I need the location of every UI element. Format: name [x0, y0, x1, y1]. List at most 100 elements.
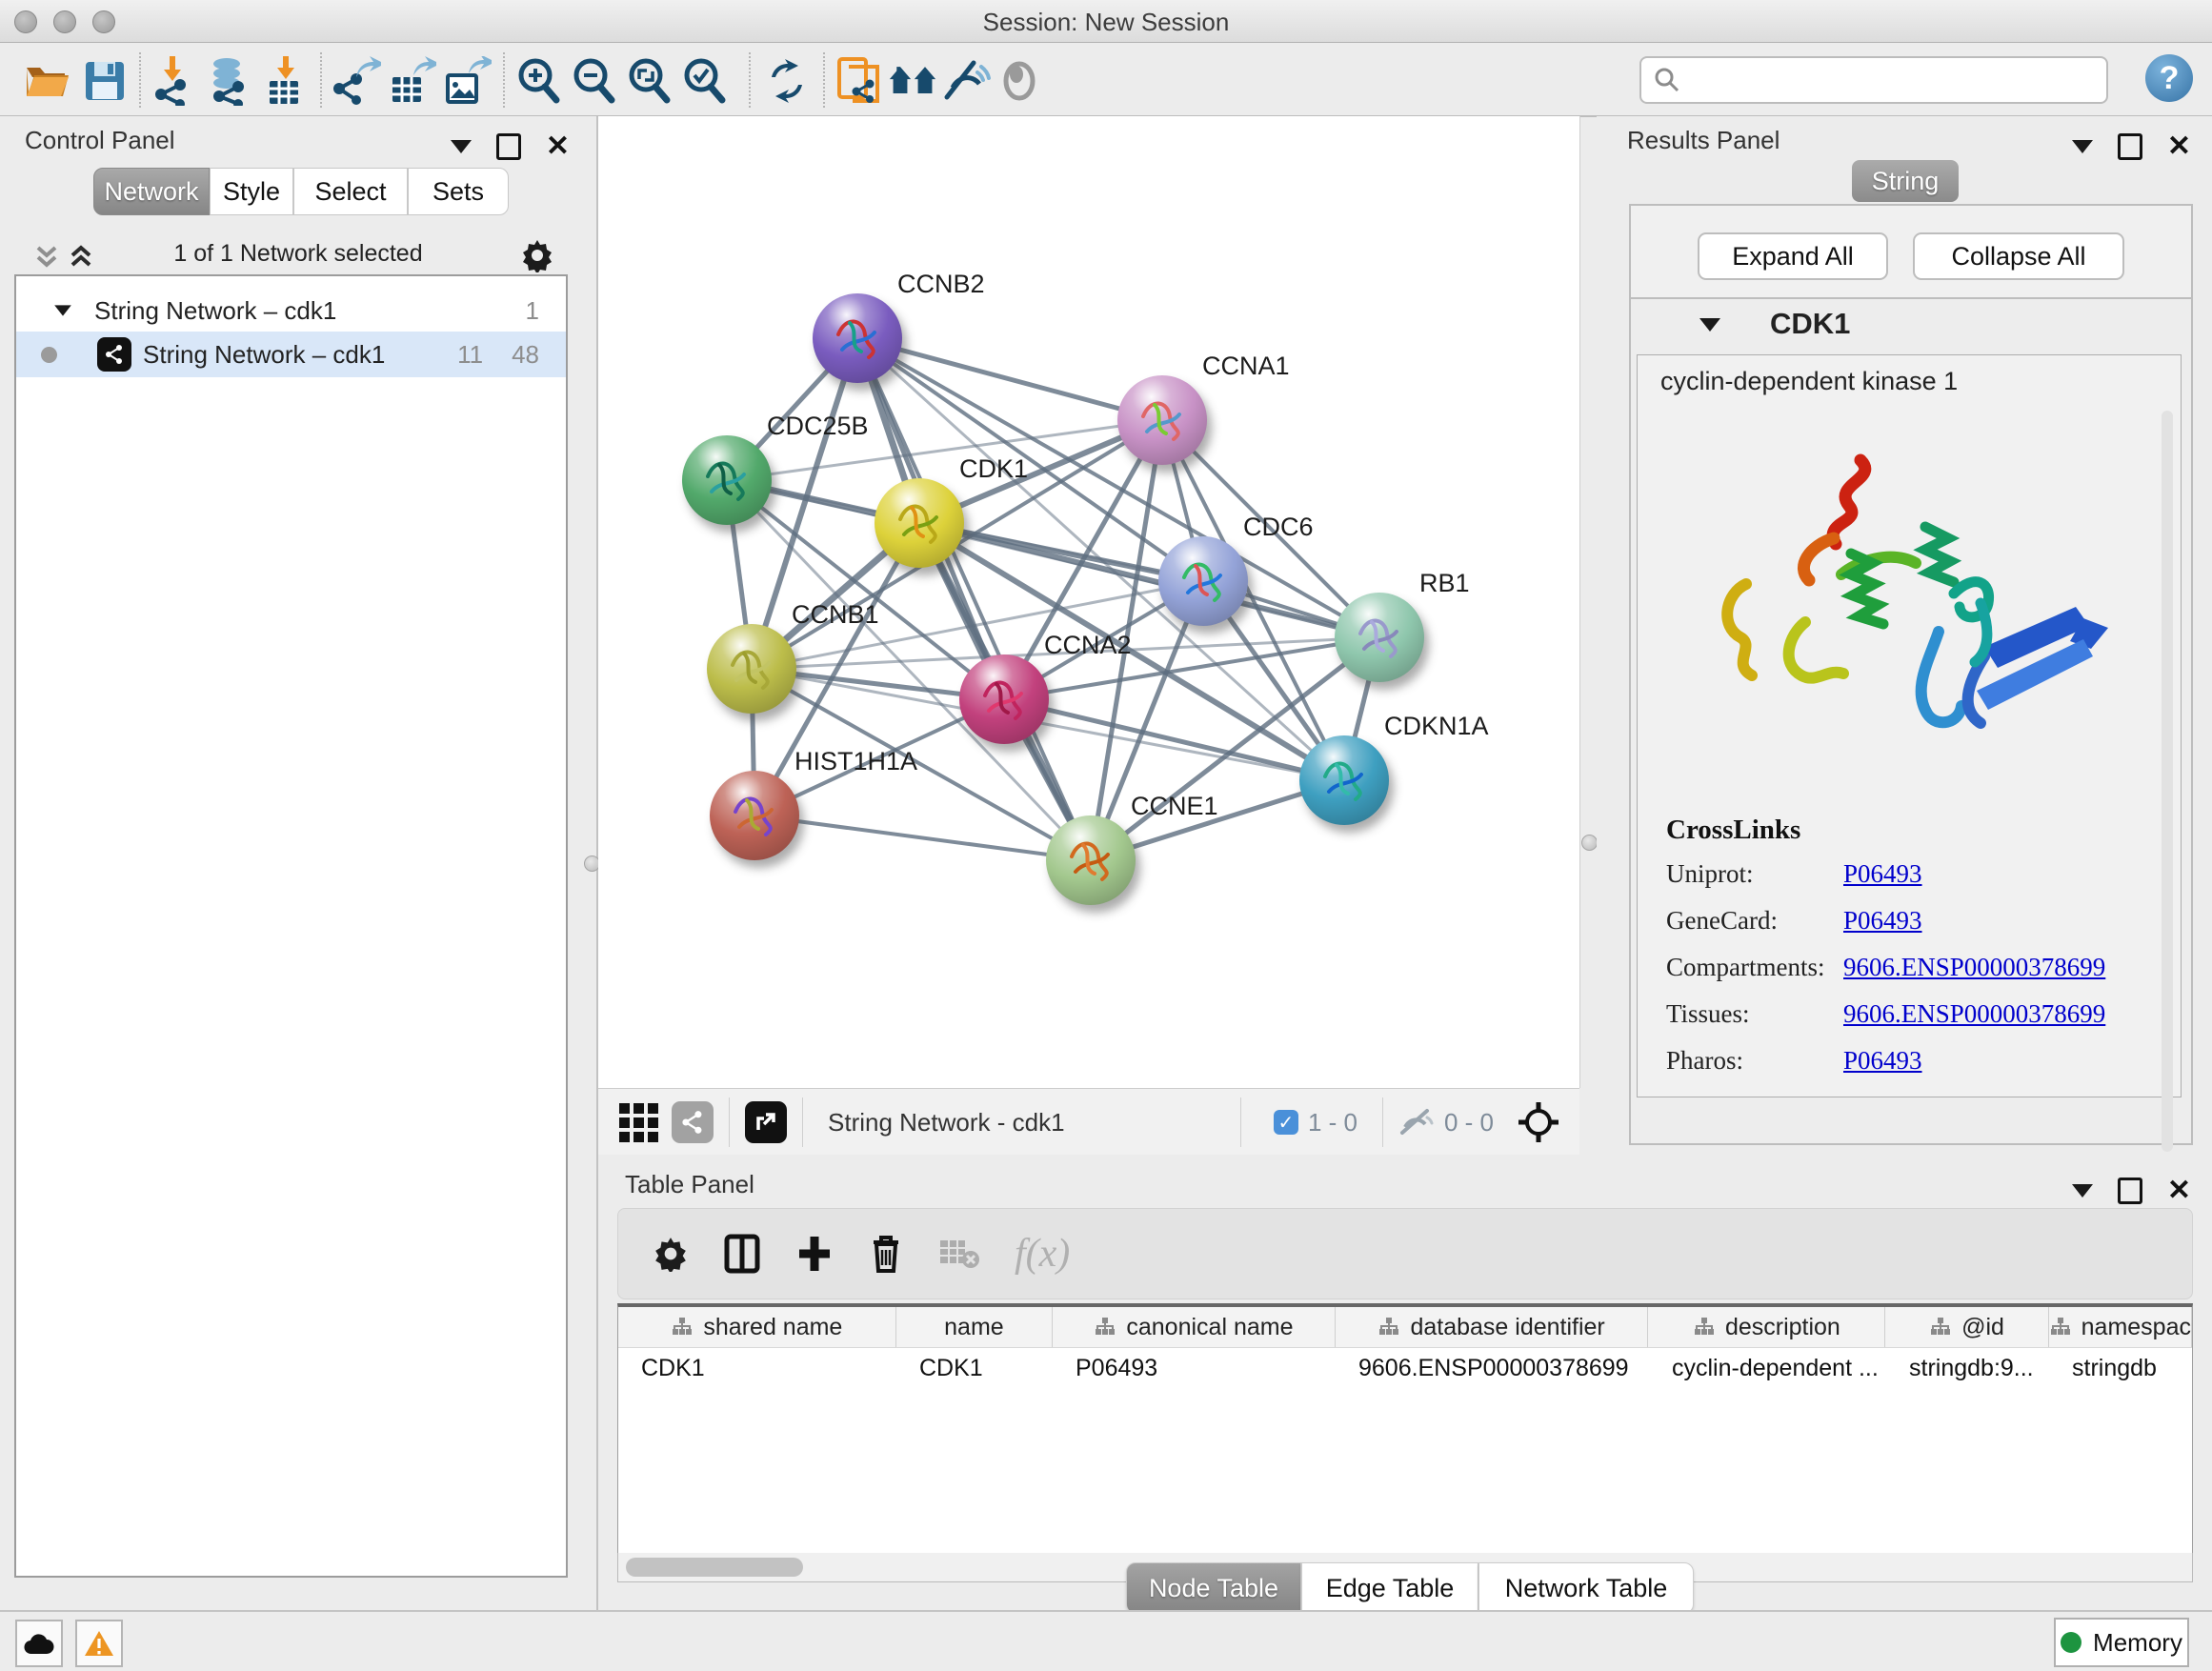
network-collection-row[interactable]: String Network – cdk1 1 [16, 288, 566, 333]
tab-string[interactable]: String [1852, 160, 1959, 202]
show-columns-icon[interactable] [723, 1233, 761, 1275]
search-input[interactable] [1689, 62, 2106, 98]
table-cell[interactable]: CDK1 [618, 1347, 896, 1389]
crosslink-link[interactable]: P06493 [1843, 1046, 1922, 1076]
import-network-icon[interactable] [151, 56, 200, 106]
table-cell[interactable]: CDK1 [896, 1347, 1053, 1389]
memory-button[interactable]: Memory [2054, 1618, 2189, 1667]
export-image-icon[interactable] [442, 56, 492, 106]
network-edge[interactable] [857, 338, 1091, 860]
close-panel-icon[interactable]: ✕ [2167, 1174, 2191, 1207]
column-header[interactable]: shared name [618, 1307, 896, 1347]
tab-node-table[interactable]: Node Table [1126, 1562, 1301, 1614]
status-bar: Memory [0, 1610, 2212, 1671]
network-node-cdc25b[interactable] [682, 435, 772, 525]
column-header[interactable]: namespac [2049, 1307, 2192, 1347]
table-cell[interactable]: stringdb [2049, 1347, 2192, 1389]
network-node-cdk1[interactable] [875, 478, 964, 568]
network-row-selected[interactable]: String Network – cdk1 11 48 [16, 332, 566, 377]
network-share-icon[interactable] [672, 1101, 714, 1143]
panel-menu-icon[interactable] [2072, 140, 2093, 153]
network-node-ccna2[interactable] [959, 654, 1049, 744]
tab-sets[interactable]: Sets [408, 168, 509, 215]
panel-menu-icon[interactable] [2072, 1184, 2093, 1198]
network-canvas[interactable]: CCNB2CCNA1CDC25BCDK1CDC6RB1CCNB1CCNA2CDK… [598, 116, 1580, 1088]
show-eye-icon[interactable] [995, 56, 1044, 106]
section-expand-icon[interactable] [1699, 318, 1720, 332]
node-structure-thumbnail [826, 309, 889, 372]
selected-checkbox-icon[interactable]: ✓ [1274, 1110, 1298, 1135]
export-table-icon[interactable] [387, 56, 436, 106]
expand-all-button[interactable]: Expand All [1698, 232, 1888, 280]
network-node-hist1h1a[interactable] [710, 771, 799, 860]
network-node-ccnb2[interactable] [813, 293, 902, 383]
float-panel-icon[interactable] [496, 133, 521, 160]
float-panel-icon[interactable] [2118, 1178, 2142, 1204]
network-node-rb1[interactable] [1335, 593, 1424, 682]
column-header[interactable]: canonical name [1053, 1307, 1336, 1347]
warning-status-button[interactable] [75, 1620, 123, 1667]
crosslink-link[interactable]: 9606.ENSP00000378699 [1843, 953, 2105, 982]
panel-menu-icon[interactable] [451, 140, 472, 153]
float-panel-icon[interactable] [2118, 133, 2142, 160]
node-label: CDKN1A [1384, 712, 1489, 741]
table-cell[interactable]: 9606.ENSP00000378699 [1336, 1347, 1649, 1389]
table-settings-gear-icon[interactable] [653, 1236, 689, 1272]
fit-selected-crosshair-icon[interactable] [1517, 1100, 1560, 1144]
help-button[interactable]: ? [2145, 54, 2193, 102]
add-column-icon[interactable] [795, 1233, 834, 1275]
network-node-ccnb1[interactable] [707, 624, 796, 714]
crosslink-link[interactable]: 9606.ENSP00000378699 [1843, 999, 2105, 1029]
export-network-icon[interactable] [332, 56, 381, 106]
zoom-fit-icon[interactable] [625, 56, 674, 106]
scrollbar-thumb[interactable] [626, 1558, 803, 1577]
apply-layout-icon[interactable] [762, 56, 812, 106]
collapse-all-button[interactable]: Collapse All [1913, 232, 2124, 280]
tab-network[interactable]: Network [93, 168, 210, 215]
network-edge[interactable] [754, 815, 1091, 860]
tab-style[interactable]: Style [210, 168, 293, 215]
column-header[interactable]: name [896, 1307, 1053, 1347]
home-pair-icon[interactable] [888, 56, 937, 106]
node-section-header[interactable]: CDK1 [1631, 299, 2191, 354]
import-table-icon[interactable] [261, 56, 311, 106]
save-session-icon[interactable] [80, 56, 130, 106]
delete-column-icon[interactable] [868, 1233, 904, 1275]
table-cell[interactable]: stringdb:9... [1886, 1347, 2049, 1389]
column-header[interactable]: description [1648, 1307, 1885, 1347]
import-network-from-database-icon[interactable] [206, 56, 255, 106]
network-node-ccna1[interactable] [1117, 375, 1207, 465]
right-splitter-handle[interactable] [1581, 835, 1598, 851]
search-box[interactable] [1639, 56, 2108, 104]
tab-network-table[interactable]: Network Table [1478, 1562, 1694, 1614]
network-view-title: String Network - cdk1 [828, 1108, 1065, 1137]
network-node-cdkn1a[interactable] [1299, 735, 1389, 825]
open-in-window-icon[interactable] [745, 1101, 787, 1143]
table-cell[interactable]: cyclin-dependent ... [1649, 1347, 1886, 1389]
hide-unhide-icon[interactable] [941, 56, 991, 106]
column-header[interactable]: @id [1885, 1307, 2048, 1347]
open-session-icon[interactable] [21, 56, 70, 106]
network-node-cdc6[interactable] [1158, 536, 1248, 626]
close-panel-icon[interactable]: ✕ [546, 130, 570, 163]
node-structure-thumbnail [888, 493, 951, 556]
table-cell[interactable]: P06493 [1053, 1347, 1336, 1389]
hidden-eye-icon [1398, 1108, 1435, 1137]
birds-eye-view-icon[interactable] [619, 1103, 658, 1142]
tab-edge-table[interactable]: Edge Table [1301, 1562, 1478, 1614]
crosslink-link[interactable]: P06493 [1843, 859, 1922, 889]
zoom-in-icon[interactable] [514, 56, 564, 106]
table-row[interactable]: CDK1CDK1P064939606.ENSP00000378699cyclin… [618, 1347, 2192, 1389]
column-header[interactable]: database identifier [1336, 1307, 1649, 1347]
share-document-icon[interactable] [835, 56, 884, 106]
cloud-status-button[interactable] [15, 1620, 63, 1667]
crosslink-link[interactable]: P06493 [1843, 906, 1922, 936]
gear-icon[interactable] [520, 238, 554, 272]
tab-select[interactable]: Select [293, 168, 408, 215]
zoom-out-icon[interactable] [570, 56, 619, 106]
results-scrollbar[interactable] [2162, 411, 2173, 1152]
collection-expand-icon[interactable] [54, 305, 71, 315]
network-node-ccne1[interactable] [1046, 815, 1136, 905]
zoom-selected-icon[interactable] [680, 56, 730, 106]
close-panel-icon[interactable]: ✕ [2167, 130, 2191, 163]
